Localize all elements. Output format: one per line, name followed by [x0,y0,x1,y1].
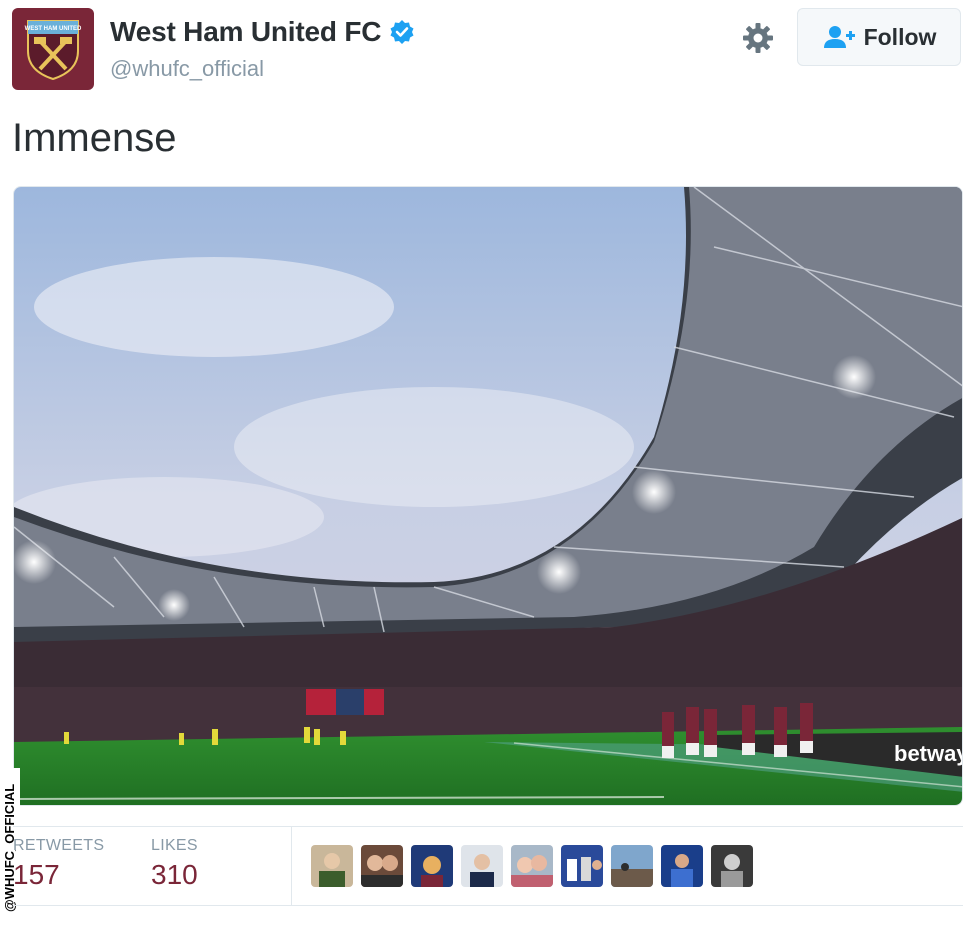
account-avatar[interactable]: WEST HAM UNITED [12,8,94,90]
liker-avatar[interactable] [611,845,653,887]
gear-icon[interactable] [740,20,776,56]
club-crest-icon: WEST HAM UNITED [25,20,82,81]
follow-button-label: Follow [863,23,937,50]
liker-avatar[interactable] [511,845,553,887]
tweet-text: Immense [12,116,177,160]
crest-text: WEST HAM UNITED [25,26,82,32]
liker-avatar[interactable] [661,845,703,887]
add-user-icon [823,26,855,48]
account-name-row: West Ham United FC [110,16,415,48]
tweet-photo[interactable]: betway [13,186,963,806]
liker-avatar[interactable] [711,845,753,887]
account-display-name[interactable]: West Ham United FC [110,16,381,48]
retweets-label: RETWEETS [13,837,105,854]
account-handle[interactable]: @whufc_official [110,56,264,82]
likes-label: LIKES [151,837,198,854]
retweets-value: 157 [13,859,60,890]
likes-stat[interactable]: LIKES 310 [151,837,198,891]
likers-avatar-list [311,845,753,887]
liker-avatar[interactable] [411,845,453,887]
likes-value: 310 [151,859,198,890]
verified-badge-icon [390,20,414,44]
retweets-stat[interactable]: RETWEETS 157 [13,837,104,891]
stats-divider [291,827,292,905]
liker-avatar[interactable] [461,845,503,887]
liker-avatar[interactable] [561,845,603,887]
liker-avatar[interactable] [361,845,403,887]
tweet-stats: RETWEETS 157 LIKES 310 [13,826,963,906]
liker-avatar[interactable] [311,845,353,887]
stadium-image: betway [14,187,963,805]
photo-sign-text: betway [894,741,963,766]
follow-button[interactable]: Follow [797,8,961,66]
